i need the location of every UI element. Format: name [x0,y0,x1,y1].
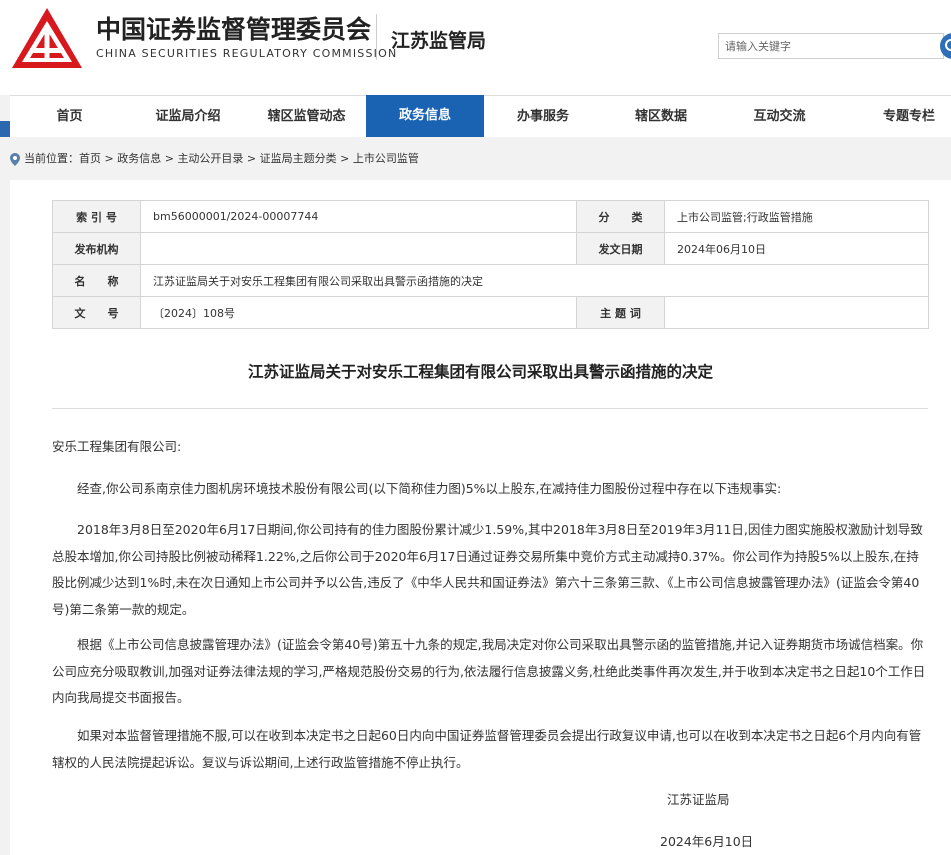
nav-item-special[interactable]: 专题专栏 [839,96,951,137]
paragraph: 如果对本监督管理措施不服,可以在收到本决定书之日起60日内向中国证券监督管理委员… [52,728,922,770]
title-divider [52,408,928,409]
paragraph: 根据《上市公司信息披露管理办法》(证监会令第40号)第五十九条的规定,我局决定对… [52,637,926,705]
org-name-en: CHINA SECURITIES REGULATORY COMMISSION [96,47,398,60]
breadcrumb-home[interactable]: 首页 [79,152,101,165]
category-value: 上市公司监管;行政监管措施 [664,200,929,233]
nav-item-data[interactable]: 辖区数据 [602,96,720,137]
meta-row: 发布机构 发文日期 2024年06月10日 [52,232,929,265]
document-meta-table: 索 引 号 bm56000001/2024-00007744 分 类 上市公司监… [52,200,929,329]
signature: 江苏证监局 [667,792,730,807]
docno-label: 文 号 [52,296,141,329]
nav-item-home[interactable]: 首页 [10,96,129,137]
breadcrumb-separator: > [101,152,118,165]
document-date: 2024年6月10日 [660,834,754,849]
main-nav: 首页 证监局介绍 辖区监管动态 政务信息 办事服务 辖区数据 互动交流 专题专栏 [10,95,951,137]
nav-item-regulation-news[interactable]: 辖区监管动态 [247,96,366,137]
bureau-name: 江苏监管局 [391,30,487,52]
docno-value: 〔2024〕108号 [140,296,577,329]
search-input[interactable] [719,34,937,58]
nav-item-gov-info[interactable]: 政务信息 [366,95,484,137]
name-value: 江苏证监局关于对安乐工程集团有限公司采取出具警示函措施的决定 [140,264,929,297]
salutation: 安乐工程集团有限公司: [52,439,182,454]
meta-row: 文 号 〔2024〕108号 主 题 词 [52,296,929,329]
category-label: 分 类 [576,200,665,233]
document-title: 江苏证监局关于对安乐工程集团有限公司采取出具警示函措施的决定 [247,363,713,381]
search-box [718,33,944,59]
index-value: bm56000001/2024-00007744 [140,200,577,233]
keywords-value [664,296,929,329]
breadcrumb-gov-info[interactable]: 政务信息 [117,152,161,165]
nav-item-bureau-intro[interactable]: 证监局介绍 [129,96,247,137]
breadcrumb-prefix: 当前位置： [24,152,79,165]
csrc-logo-icon[interactable] [10,6,84,70]
meta-row: 索 引 号 bm56000001/2024-00007744 分 类 上市公司监… [52,200,929,233]
publisher-label: 发布机构 [52,232,141,265]
search-icon [945,39,951,51]
nav-accent-stripe [0,121,10,137]
breadcrumb-separator: > [243,152,260,165]
date-label: 发文日期 [576,232,665,265]
site-header: 中国证券监督管理委员会 CHINA SECURITIES REGULATORY … [0,0,951,95]
header-divider [376,14,377,60]
paragraph: 经查,你公司系南京佳力图机房环境技术股份有限公司(以下简称佳力图)5%以上股东,… [77,481,782,496]
breadcrumb-theme-category[interactable]: 证监局主题分类 [260,152,337,165]
content-card: 索 引 号 bm56000001/2024-00007744 分 类 上市公司监… [10,180,951,855]
index-label: 索 引 号 [52,200,141,233]
date-value: 2024年06月10日 [664,232,929,265]
meta-row: 名 称 江苏证监局关于对安乐工程集团有限公司采取出具警示函措施的决定 [52,264,929,297]
breadcrumb-public-catalog[interactable]: 主动公开目录 [177,152,243,165]
keywords-label: 主 题 词 [576,296,665,329]
nav-item-services[interactable]: 办事服务 [484,96,602,137]
location-pin-icon [10,153,20,166]
nav-item-interaction[interactable]: 互动交流 [720,96,839,137]
breadcrumb-listed-company[interactable]: 上市公司监管 [353,152,419,165]
org-name-cn: 中国证券监督管理委员会 [96,15,372,44]
breadcrumb-separator: > [161,152,178,165]
paragraph: 2018年3月8日至2020年6月17日期间,你公司持有的佳力图股份累计减少1.… [52,522,923,617]
name-label: 名 称 [52,264,141,297]
publisher-value [140,232,577,265]
breadcrumb-separator: > [336,152,353,165]
